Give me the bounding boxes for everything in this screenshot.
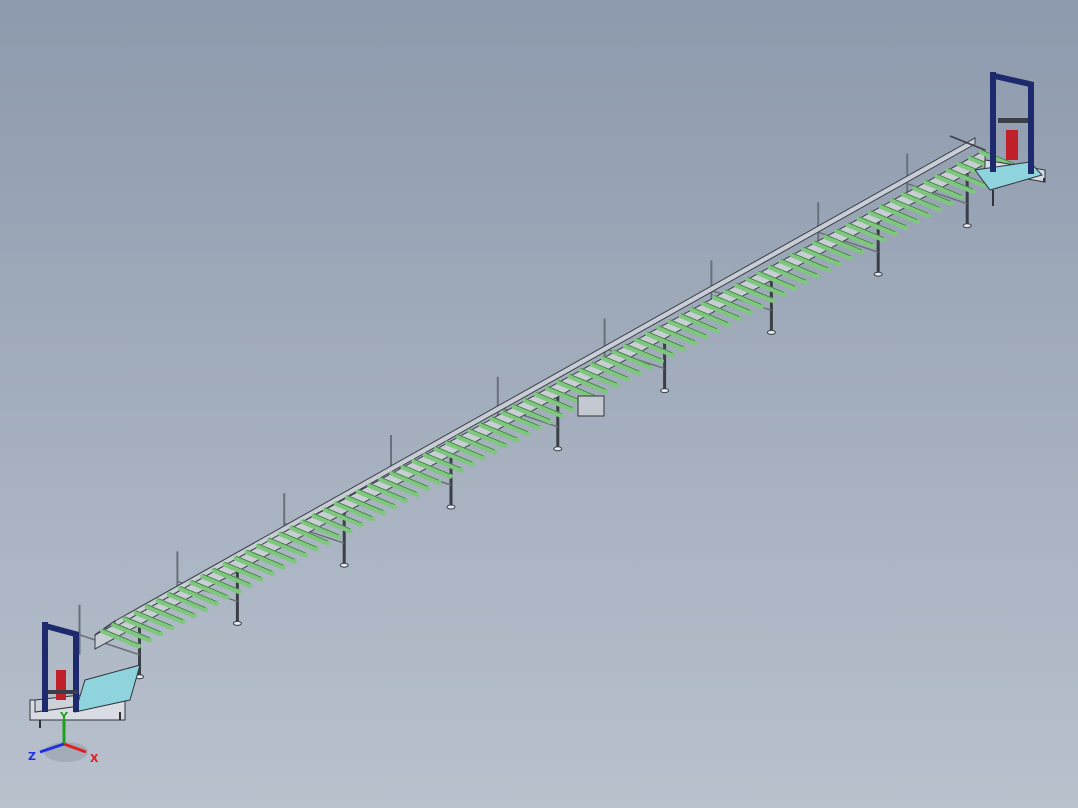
x-axis-label: X xyxy=(90,752,99,765)
cad-viewport[interactable]: Z Y X xyxy=(0,0,1078,808)
left-transfer-belt xyxy=(74,664,141,713)
conveyor-frame xyxy=(94,135,986,650)
right-lift-cylinder xyxy=(1006,130,1018,160)
control-box xyxy=(577,395,605,417)
conveyor-model[interactable] xyxy=(0,0,1078,808)
orientation-triad[interactable]: Z Y X xyxy=(24,712,104,772)
z-axis-label: Z xyxy=(28,750,36,763)
y-axis-label: Y xyxy=(59,712,69,723)
left-lift-cylinder xyxy=(56,670,66,700)
roller-set xyxy=(100,149,1020,649)
